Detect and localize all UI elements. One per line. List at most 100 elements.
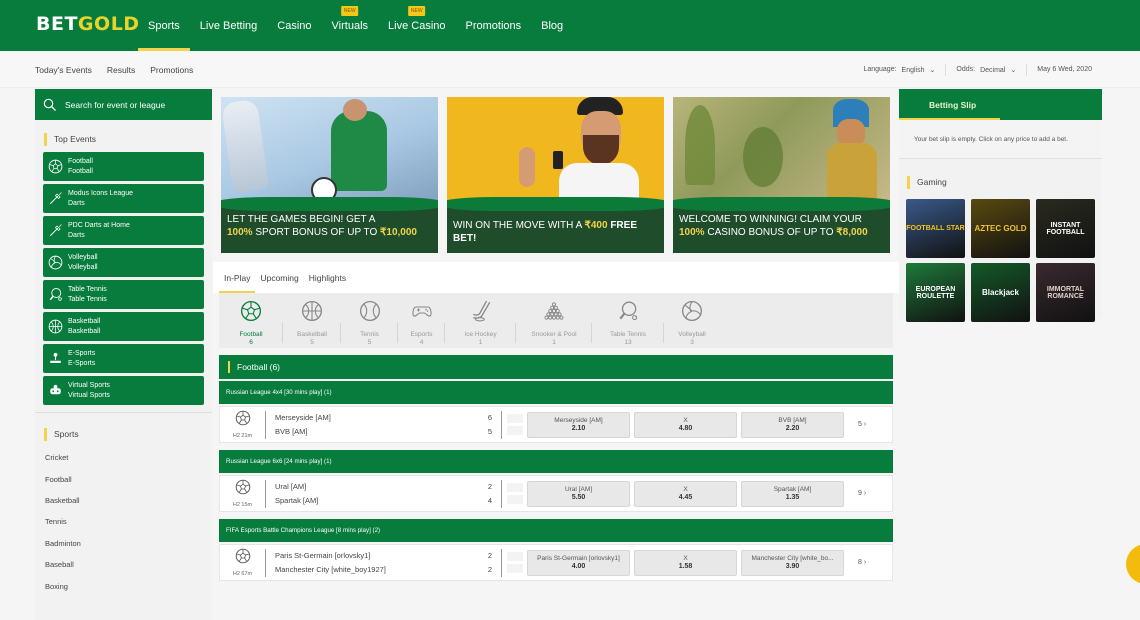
- odds-button[interactable]: Paris St-Germain [orlovsky1] 4.00: [527, 549, 630, 576]
- odds-button[interactable]: X 4.80: [634, 411, 737, 438]
- odds-format-select[interactable]: Decimal ⌄: [980, 66, 1016, 74]
- sport-link[interactable]: Cricket: [35, 447, 212, 468]
- search-input[interactable]: Search for event or league: [35, 89, 212, 120]
- sport-link[interactable]: Baseball: [35, 554, 212, 575]
- sport-filter-esports[interactable]: Esports 4: [398, 293, 445, 348]
- odds-button[interactable]: Manchester City [white_bo... 3.90: [741, 549, 844, 576]
- odds-label: X: [683, 417, 688, 424]
- sport-link[interactable]: Tennis: [35, 511, 212, 532]
- subnav-results[interactable]: Results: [107, 65, 135, 75]
- nav-blog[interactable]: Blog: [531, 0, 573, 51]
- sport-link[interactable]: Boxing: [35, 575, 212, 596]
- divider: [265, 410, 266, 439]
- betting-slip-header[interactable]: Betting Slip: [899, 89, 1102, 120]
- promo-banner-sport[interactable]: LET THE GAMES BEGIN! GET A 100% SPORT BO…: [221, 97, 438, 253]
- game-tile[interactable]: EUROPEAN ROULETTE: [906, 263, 965, 322]
- match-teams[interactable]: Paris St-Germain [orlovsky1] Manchester C…: [275, 549, 472, 577]
- nav-label: Blog: [541, 19, 564, 32]
- top-event-item[interactable]: Volleyball Volleyball: [43, 248, 204, 277]
- odds-button[interactable]: Merseyside [AM] 2.10: [527, 411, 630, 438]
- right-sidebar: Betting Slip Your bet slip is empty. Cli…: [899, 89, 1102, 322]
- more-markets-link[interactable]: 8 ›: [858, 559, 866, 566]
- odds-button[interactable]: X 4.45: [634, 480, 737, 507]
- sport-filter-table-tennis[interactable]: Table Tennis 13: [592, 293, 664, 348]
- sport-filter-name: Table Tennis: [609, 331, 647, 338]
- promo-banner-free-bet[interactable]: WIN ON THE MOVE WITH A ₹400 FREE BET!: [447, 97, 664, 253]
- more-markets-link[interactable]: 5 ›: [858, 421, 866, 428]
- sport-filter-football[interactable]: Football 6: [219, 293, 283, 348]
- top-events-list: Football Football Modus Icons League Darts…: [35, 152, 212, 405]
- match-teams[interactable]: Ural [AM] Spartak [AM]: [275, 480, 472, 508]
- away-team: Manchester City [white_boy1927]: [275, 564, 386, 574]
- events-panel: In-Play Upcoming Highlights Football 6 Bas…: [213, 262, 900, 581]
- chat-button[interactable]: [1126, 544, 1140, 584]
- odds-button[interactable]: Ural [AM] 5.50: [527, 480, 630, 507]
- subnav-todays-events[interactable]: Today's Events: [35, 65, 92, 75]
- subnav-promotions[interactable]: Promotions: [150, 65, 193, 75]
- sport-filter-ice-hockey[interactable]: Ice Hockey 1: [445, 293, 516, 348]
- sport-link[interactable]: Football: [35, 468, 212, 489]
- nav-label: Casino: [277, 19, 312, 32]
- football-icon: [240, 300, 262, 327]
- league-count: (2): [372, 527, 381, 534]
- top-event-sport: E-Sports: [68, 359, 96, 367]
- score-placeholder: [502, 552, 527, 573]
- nav-live-betting[interactable]: Live Betting: [190, 0, 267, 51]
- top-event-item[interactable]: E-Sports E-Sports: [43, 344, 204, 373]
- match-teams[interactable]: Merseyside [AM] BVB [AM]: [275, 411, 472, 439]
- odds-button[interactable]: BVB [AM] 2.20: [741, 411, 844, 438]
- top-event-item[interactable]: Football Football: [43, 152, 204, 181]
- promo-banner-casino[interactable]: WELCOME TO WINNING! CLAIM YOUR 100% CASI…: [673, 97, 890, 253]
- nav-promotions[interactable]: Promotions: [456, 0, 532, 51]
- sport-filter-volleyball[interactable]: Volleyball 3: [664, 293, 720, 348]
- virtual-sports-icon: [43, 383, 67, 398]
- tab-in-play[interactable]: In-Play: [219, 262, 256, 293]
- odds-button[interactable]: Spartak [AM] 1.35: [741, 480, 844, 507]
- gamepad-icon: [411, 300, 433, 327]
- sport-link[interactable]: Badminton: [35, 533, 212, 554]
- top-event-item[interactable]: Basketball Basketball: [43, 312, 204, 341]
- game-tile[interactable]: IMMORTAL ROMANCE: [1036, 263, 1095, 322]
- league-name: Russian League 4x4 [30 mins play]: [226, 389, 323, 396]
- top-event-item[interactable]: Virtual Sports Virtual Sports: [43, 376, 204, 405]
- league-header[interactable]: Russian League 6x6 [24 mins play] (1): [219, 450, 893, 473]
- betgold-logo[interactable]: BETGOLD: [36, 13, 140, 35]
- sport-link[interactable]: Basketball: [35, 490, 212, 511]
- sport-filter-basketball[interactable]: Basketball 5: [283, 293, 341, 348]
- tab-highlights[interactable]: Highlights: [304, 262, 351, 293]
- league-header[interactable]: FIFA Esports Battle Champions League [8 …: [219, 519, 893, 542]
- away-team: Spartak [AM]: [275, 495, 319, 505]
- odds-label: Paris St-Germain [orlovsky1]: [537, 555, 620, 562]
- search-icon: [43, 98, 56, 111]
- league-header[interactable]: Russian League 4x4 [30 mins play] (1): [219, 381, 893, 404]
- nav-virtuals[interactable]: Virtuals NEW: [322, 0, 378, 51]
- sports-title: Sports: [35, 421, 212, 447]
- odds-value: 4.00: [571, 563, 586, 570]
- top-event-name: Volleyball: [68, 253, 98, 261]
- game-tile[interactable]: INSTANT FOOTBALL: [1036, 199, 1095, 258]
- promo-banners: LET THE GAMES BEGIN! GET A 100% SPORT BO…: [221, 97, 890, 253]
- top-event-item[interactable]: Modus Icons League Darts: [43, 184, 204, 213]
- sport-filter-tennis[interactable]: Tennis 5: [341, 293, 398, 348]
- tab-upcoming[interactable]: Upcoming: [255, 262, 303, 293]
- game-tile[interactable]: AZTEC GOLD: [971, 199, 1030, 258]
- game-tile[interactable]: FOOTBALL STAR: [906, 199, 965, 258]
- odds-button[interactable]: X 1.58: [634, 549, 737, 576]
- more-markets-link[interactable]: 9 ›: [858, 490, 866, 497]
- nav-sports[interactable]: Sports: [138, 0, 190, 51]
- nav-live-casino[interactable]: Live Casino NEW: [378, 0, 455, 51]
- hockey-stick-icon: [470, 300, 492, 327]
- top-event-item[interactable]: Table Tennis Table Tennis: [43, 280, 204, 309]
- sport-filter-name: Volleyball: [678, 331, 706, 338]
- away-score: 4: [487, 495, 492, 505]
- nav-casino[interactable]: Casino: [267, 0, 321, 51]
- section-header-football[interactable]: Football (6): [219, 355, 893, 379]
- top-event-item[interactable]: PDC Darts at Home Darts: [43, 216, 204, 245]
- top-event-name: PDC Darts at Home: [68, 221, 130, 229]
- game-tile[interactable]: Blackjack: [971, 263, 1030, 322]
- language-select[interactable]: English ⌄: [902, 66, 936, 74]
- new-badge: NEW: [407, 6, 426, 16]
- game-title: INSTANT FOOTBALL: [1046, 221, 1085, 236]
- sport-filter-snooker-pool[interactable]: Snooker & Pool 1: [516, 293, 592, 348]
- top-event-sport: Darts: [68, 199, 85, 207]
